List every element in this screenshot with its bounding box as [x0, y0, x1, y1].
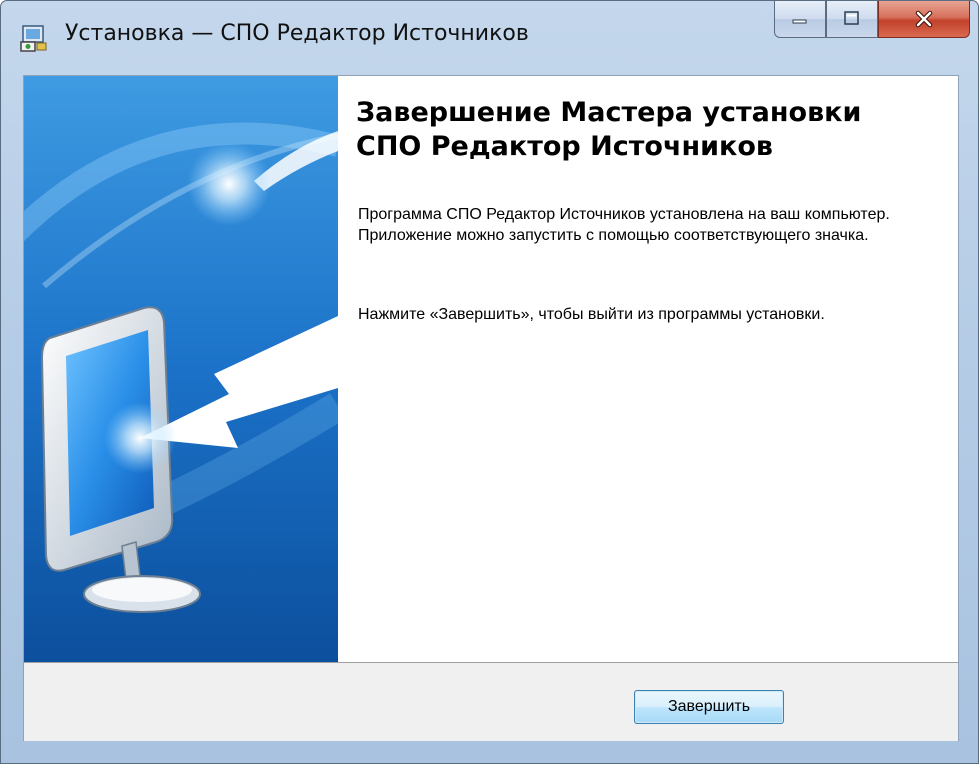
wizard-heading: Завершение Мастера установки СПО Редакто…	[356, 96, 946, 164]
maximize-icon	[844, 11, 859, 25]
heading-line-1: Завершение Мастера установки	[356, 97, 862, 128]
title-bar[interactable]: Установка — СПО Редактор Источников	[1, 1, 978, 75]
close-icon	[915, 10, 933, 28]
minimize-button[interactable]	[774, 1, 826, 38]
wizard-content: Завершение Мастера установки СПО Редакто…	[338, 76, 958, 662]
monitor-arrow-illustration	[24, 76, 338, 662]
finish-instruction: Нажмите «Завершить», чтобы выйти из прог…	[358, 306, 825, 323]
finish-button[interactable]: Завершить	[634, 690, 784, 724]
wizard-banner	[24, 76, 338, 662]
installer-window: Установка — СПО Редактор Источников Заве…	[0, 0, 979, 764]
wizard-client-area: Завершение Мастера установки СПО Редакто…	[23, 75, 959, 741]
window-title: Установка — СПО Редактор Источников	[65, 21, 529, 46]
installed-message: Программа СПО Редактор Источников устано…	[358, 206, 890, 244]
caption-buttons	[774, 1, 970, 39]
minimize-icon	[792, 19, 807, 24]
setup-icon[interactable]	[19, 23, 49, 53]
wizard-footer: Завершить	[24, 662, 958, 741]
maximize-button[interactable]	[826, 1, 878, 38]
heading-line-2: СПО Редактор Источников	[356, 131, 774, 162]
close-button[interactable]	[878, 1, 970, 38]
